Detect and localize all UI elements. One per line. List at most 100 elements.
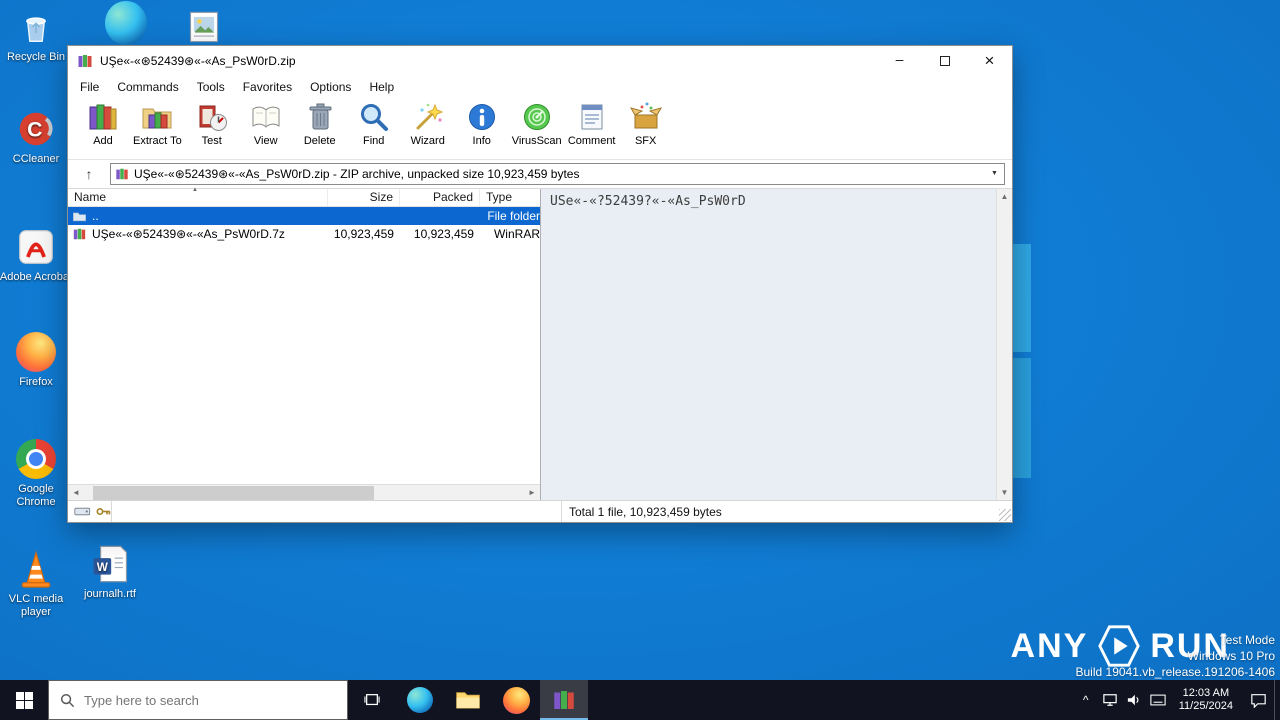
view-icon [252,106,280,128]
folder-icon [73,212,86,222]
desktop-icon-edge[interactable] [88,1,164,45]
close-icon: × [984,51,995,70]
toolbar-wizard-button[interactable]: Wizard [401,101,455,157]
up-one-level-button[interactable]: ↑ [77,166,101,182]
file-name: .. [92,209,99,223]
scrollbar-track[interactable] [84,485,524,501]
status-spacer-cell [112,501,562,522]
desktop-icon-chrome[interactable]: Google Chrome [0,438,74,509]
toolbar-comment-button[interactable]: Comment [565,101,619,157]
action-center-button[interactable] [1242,680,1274,720]
scroll-up-icon[interactable]: ▲ [1001,192,1009,201]
taskbar-clock[interactable]: 12:03 AM 11/25/2024 [1170,687,1242,713]
taskbar-firefox-button[interactable] [492,680,540,720]
scroll-left-icon[interactable]: ◄ [68,488,84,497]
cell-type: WinRAR [493,227,540,241]
toolbar-delete-button[interactable]: Delete [293,101,347,157]
tray-speaker-icon[interactable] [1122,680,1146,720]
toolbar-info-button[interactable]: Info [455,101,509,157]
vertical-scrollbar[interactable]: ▲ ▼ [996,189,1012,500]
toolbar-sfx-button[interactable]: SFX [619,101,673,157]
sort-asc-icon: ▲ [192,187,198,193]
winrar-archive-icon [73,228,86,240]
toolbar-find-button[interactable]: Find [347,101,401,157]
show-desktop-button[interactable] [1274,680,1280,720]
address-text: UŞe«-«⊛52439⊛«-«As_PsW0rD.zip - ZIP arch… [134,166,580,181]
desktop-icon-adobe-acrobat[interactable]: Adobe Acrobat [0,226,74,284]
menu-tools[interactable]: Tools [188,77,234,97]
start-button[interactable] [0,680,48,720]
tray-keyboard-icon[interactable] [1146,680,1170,720]
resize-grip[interactable] [999,509,1011,521]
taskbar-edge-button[interactable] [396,680,444,720]
menu-favorites[interactable]: Favorites [234,77,301,97]
desktop-icon-label: Google Chrome [16,483,56,508]
maximize-button[interactable] [922,46,967,76]
column-header-packed[interactable]: Packed [400,189,480,206]
toolbar-button-label: Add [93,135,113,147]
desktop-icon-label: journalh.rtf [84,588,136,600]
close-button[interactable]: × [967,46,1012,76]
svg-text:C: C [27,118,42,142]
vlc-icon [15,548,57,590]
menu-commands[interactable]: Commands [108,77,187,97]
cell-packed: 10,923,459 [413,227,474,241]
toolbar-virusscan-button[interactable]: VirusScan [509,101,565,157]
toolbar-button-label: Wizard [410,135,445,147]
menu-help[interactable]: Help [360,77,403,97]
info-icon [468,104,495,130]
desktop-icon-label: Recycle Bin [6,51,66,63]
column-header-size[interactable]: Size [328,189,400,206]
search-input[interactable] [84,692,336,708]
address-combobox[interactable]: UŞe«-«⊛52439⊛«-«As_PsW0rD.zip - ZIP arch… [110,162,1005,185]
file-list-panel: Name ▲ Size Packed Type .. File folder U… [68,187,541,500]
minimize-button[interactable]: – [877,46,922,76]
tray-network-icon[interactable] [1098,680,1122,720]
window-main-area: Name ▲ Size Packed Type .. File folder U… [68,187,1012,500]
file-rows: .. File folder UŞe«-«⊛52439⊛«-«As_PsW0rD… [68,207,540,484]
toolbar-extract-to-button[interactable]: Extract To [130,101,185,157]
comment-icon [581,104,603,130]
archive-mini-icon [116,168,128,179]
desktop-icon-recycle-bin[interactable]: Recycle Bin [0,6,74,64]
horizontal-scrollbar[interactable]: ◄ ► [68,484,540,500]
desktop-icon-vlc[interactable]: VLC media player [0,548,74,619]
toolbar-view-button[interactable]: View [239,101,293,157]
scroll-right-icon[interactable]: ► [524,488,540,497]
maximize-icon [939,56,950,66]
svg-text:W: W [97,561,109,574]
desktop-icon-firefox[interactable]: Firefox [0,331,74,389]
window-title: UŞe«-«⊛52439⊛«-«As_PsW0rD.zip [100,54,296,68]
desktop-icon-label: CCleaner [12,153,60,165]
taskbar-explorer-button[interactable] [444,680,492,720]
toolbar-button-label: Extract To [133,135,182,147]
desktop-icon-journalh-rtf[interactable]: W journalh.rtf [72,543,148,601]
desktop-icon-image-file[interactable] [166,6,242,48]
toolbar-test-button[interactable]: Test [185,101,239,157]
cell-name: UŞe«-«⊛52439⊛«-«As_PsW0rD.7z [68,227,328,241]
toolbar-button-label: Test [201,135,222,147]
toolbar-add-button[interactable]: Add [76,101,130,157]
scrollbar-thumb[interactable] [92,485,375,500]
tray-chevron-up-icon[interactable]: ^ [1074,680,1098,720]
title-bar[interactable]: UŞe«-«⊛52439⊛«-«As_PsW0rD.zip – × [68,46,1012,76]
toolbar-button-label: Info [472,135,491,147]
desktop-icon-ccleaner[interactable]: C CCleaner [0,108,74,166]
file-row-parent-dir[interactable]: .. File folder [68,207,540,225]
scroll-down-icon[interactable]: ▼ [1001,488,1009,497]
taskbar-search[interactable] [48,680,348,720]
task-view-button[interactable] [348,680,396,720]
column-header-type[interactable]: Type [480,189,540,206]
virusscan-icon [523,104,550,130]
add-icon [89,104,117,130]
column-header-name[interactable]: Name ▲ [68,187,328,206]
menu-file[interactable]: File [71,77,108,97]
toolbar: Add Extract To Test View Delete Find Wiz… [68,98,1012,160]
search-icon [60,693,75,707]
address-dropdown-button[interactable]: ▼ [986,165,1003,183]
taskbar-winrar-button[interactable] [540,680,588,720]
desktop: Recycle Bin C CCleaner Adobe Acrobat Fir… [0,0,1280,720]
recycle-bin-icon [15,6,57,48]
file-row-archive[interactable]: UŞe«-«⊛52439⊛«-«As_PsW0rD.7z 10,923,459 … [68,225,540,243]
menu-options[interactable]: Options [301,77,360,97]
